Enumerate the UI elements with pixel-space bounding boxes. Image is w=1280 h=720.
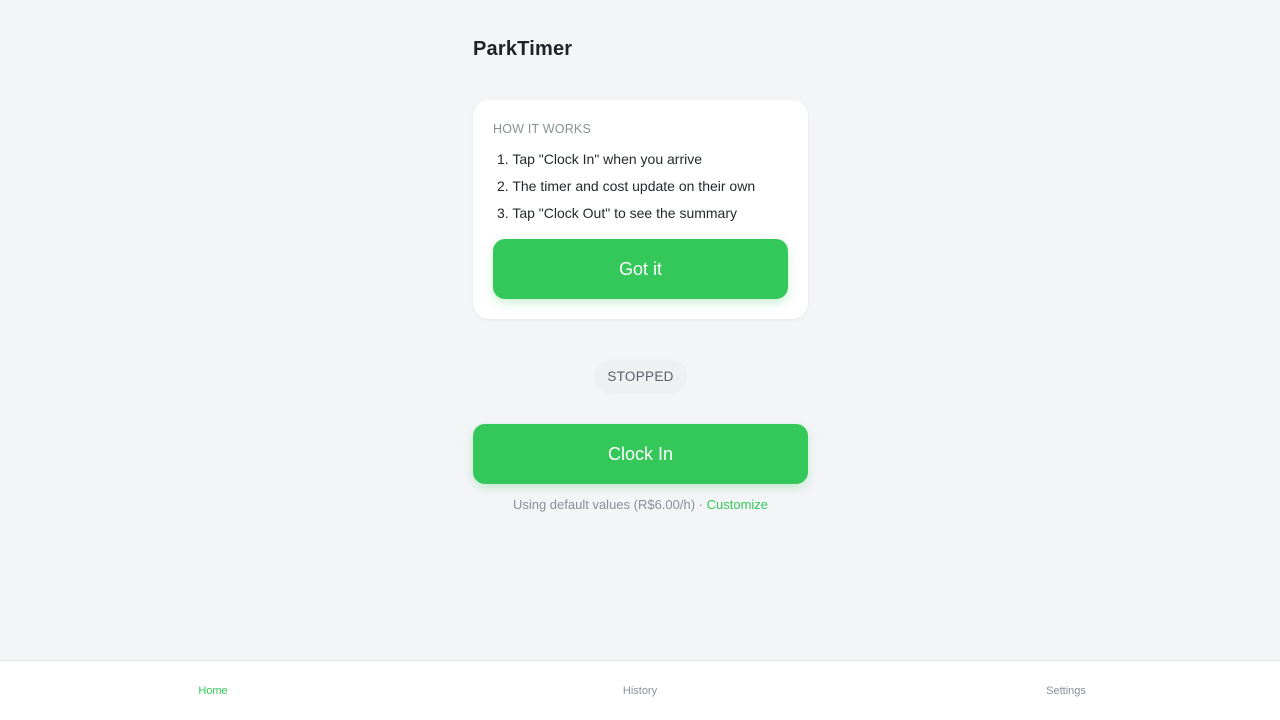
defaults-text: Using default values (R$6.00/h) · <box>512 497 707 512</box>
nav-item-home[interactable]: Home <box>153 685 273 697</box>
step-item: 3. Tap "Clock Out" to see the summary <box>497 205 738 221</box>
nav-item-settings[interactable]: Settings <box>1006 685 1126 697</box>
bottom-nav: Home History Settings <box>0 660 1280 720</box>
app-title: ParkTimer <box>473 38 573 60</box>
app-screen: ParkTimer HOW IT WORKS 1. Tap "Clock In"… <box>0 0 1280 720</box>
defaults-info: Using default values (R$6.00/h) · Custom… <box>453 497 828 512</box>
step-item: 1. Tap "Clock In" when you arrive <box>497 151 703 167</box>
how-it-works-heading: HOW IT WORKS <box>493 122 591 136</box>
got-it-button[interactable]: Got it <box>493 239 788 299</box>
how-it-works-card: HOW IT WORKS 1. Tap "Clock In" when you … <box>473 100 808 319</box>
how-it-works-steps: 1. Tap "Clock In" when you arrive 2. The… <box>493 149 788 230</box>
clock-in-button[interactable]: Clock In <box>473 424 808 484</box>
customize-link[interactable]: Customize <box>707 497 768 512</box>
status-badge: STOPPED <box>594 359 687 394</box>
step-item: 2. The timer and cost update on their ow… <box>497 178 756 194</box>
nav-item-history[interactable]: History <box>580 685 700 697</box>
